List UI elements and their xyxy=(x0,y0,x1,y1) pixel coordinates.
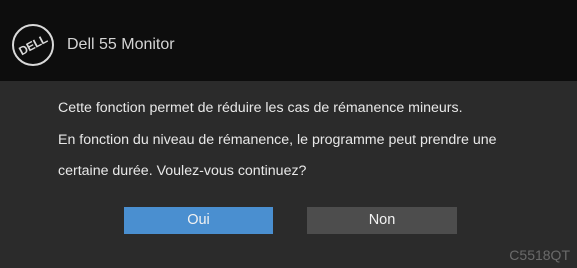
window-title: Dell 55 Monitor xyxy=(67,36,175,53)
dell-logo-text: DELL xyxy=(16,31,50,59)
message-line-3: certaine durée. Voulez-vous continuez? xyxy=(58,163,307,179)
dell-logo-icon: DELL xyxy=(12,24,54,66)
model-number: C5518QT xyxy=(509,247,570,263)
monitor-osd-dialog: DELL Dell 55 Monitor Cette fonction perm… xyxy=(0,0,577,268)
yes-button[interactable]: Oui xyxy=(124,207,273,234)
no-button[interactable]: Non xyxy=(307,207,457,234)
message-line-1: Cette fonction permet de réduire les cas… xyxy=(58,100,463,116)
title-bar: DELL Dell 55 Monitor xyxy=(0,0,577,81)
message-line-2: En fonction du niveau de rémanence, le p… xyxy=(58,132,497,148)
